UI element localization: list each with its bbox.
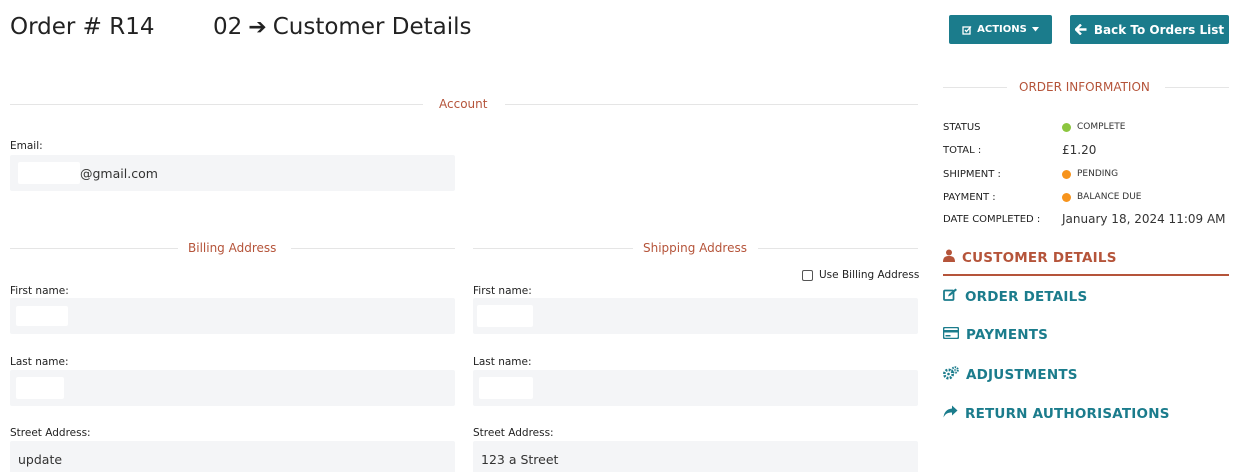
nav-adjustments-label: ADJUSTMENTS bbox=[966, 367, 1078, 383]
status-badge: COMPLETE bbox=[1062, 122, 1125, 132]
date-completed-value: January 18, 2024 11:09 AM bbox=[1062, 212, 1226, 226]
nav-return-authorisations-label: RETURN AUTHORISATIONS bbox=[965, 405, 1170, 422]
account-title: Account bbox=[439, 97, 488, 111]
shipment-dot-icon bbox=[1062, 169, 1071, 179]
billing-first-name-label: First name: bbox=[10, 285, 69, 297]
active-nav-underline bbox=[943, 274, 1229, 276]
billing-street-label: Street Address: bbox=[10, 427, 91, 439]
shipping-street-field[interactable]: 123 a Street bbox=[473, 441, 918, 472]
nav-order-details[interactable]: ORDER DETAILS bbox=[943, 288, 1087, 305]
billing-last-name-label: Last name: bbox=[10, 356, 69, 368]
shipping-first-name-field[interactable] bbox=[473, 298, 918, 334]
use-billing-address-option[interactable]: Use Billing Address bbox=[802, 269, 919, 281]
nav-order-details-label: ORDER DETAILS bbox=[965, 288, 1088, 305]
status-value: COMPLETE bbox=[1077, 122, 1126, 132]
status-dot-icon bbox=[1062, 122, 1071, 132]
arrow-right-icon: ➔ bbox=[248, 14, 267, 40]
divider bbox=[943, 87, 1007, 88]
divider bbox=[1165, 87, 1229, 88]
nav-return-authorisations[interactable]: RETURN AUTHORISATIONS bbox=[943, 405, 1170, 422]
step-title-text: Customer Details bbox=[272, 14, 472, 40]
back-to-orders-button[interactable]: Back To Orders List bbox=[1070, 15, 1229, 44]
redacted-block bbox=[479, 377, 533, 399]
caret-down-icon bbox=[1031, 27, 1039, 32]
divider bbox=[10, 104, 423, 105]
redacted-block bbox=[18, 162, 80, 184]
nav-adjustments[interactable]: ADJUSTMENTS bbox=[943, 366, 1078, 384]
nav-payments-label: PAYMENTS bbox=[966, 327, 1049, 343]
payment-value: BALANCE DUE bbox=[1077, 192, 1142, 202]
actions-label: ACTIONS bbox=[977, 24, 1027, 35]
shipping-first-name-label: First name: bbox=[473, 285, 532, 297]
nav-customer-details[interactable]: CUSTOMER DETAILS bbox=[943, 249, 1117, 266]
order-information-title: ORDER INFORMATION bbox=[1019, 80, 1150, 94]
gears-icon bbox=[943, 366, 959, 384]
billing-street-field[interactable]: update bbox=[10, 441, 455, 472]
billing-street-value: update bbox=[18, 451, 63, 467]
divider bbox=[291, 248, 455, 249]
arrow-left-icon bbox=[1074, 24, 1087, 35]
share-arrow-icon bbox=[943, 405, 958, 422]
shipping-street-value: 123 a Street bbox=[481, 451, 559, 467]
billing-first-name-field[interactable] bbox=[10, 298, 455, 334]
redacted-block bbox=[16, 377, 64, 399]
shipping-section-heading: Shipping Address bbox=[473, 241, 918, 255]
billing-last-name-field[interactable] bbox=[10, 370, 455, 406]
date-completed-label: DATE COMPLETED : bbox=[943, 214, 1041, 225]
shipment-badge: PENDING bbox=[1062, 169, 1118, 179]
edit-square-icon bbox=[962, 25, 972, 35]
email-field[interactable]: @gmail.com bbox=[10, 155, 455, 191]
payment-label: PAYMENT : bbox=[943, 192, 996, 203]
edit-icon bbox=[943, 288, 958, 305]
order-title: Order # R14 bbox=[10, 14, 155, 40]
shipment-label: SHIPMENT : bbox=[943, 169, 1001, 180]
user-icon bbox=[943, 249, 955, 266]
nav-payments[interactable]: PAYMENTS bbox=[942, 326, 1049, 343]
billing-title: Billing Address bbox=[188, 241, 277, 255]
payment-badge: BALANCE DUE bbox=[1062, 192, 1141, 202]
total-label: TOTAL : bbox=[943, 145, 982, 156]
account-section-heading: Account bbox=[10, 97, 918, 111]
status-label: STATUS bbox=[943, 122, 981, 133]
total-value: £1.20 bbox=[1062, 143, 1097, 157]
credit-card-icon bbox=[942, 326, 960, 343]
actions-button[interactable]: ACTIONS bbox=[949, 15, 1052, 44]
use-billing-address-label: Use Billing Address bbox=[819, 269, 920, 281]
order-information-heading: ORDER INFORMATION bbox=[943, 80, 1229, 94]
step-number: 02 bbox=[213, 14, 243, 40]
divider bbox=[10, 248, 178, 249]
shipping-street-label: Street Address: bbox=[473, 427, 554, 439]
shipment-value: PENDING bbox=[1077, 169, 1119, 179]
email-value: @gmail.com bbox=[80, 165, 158, 181]
shipping-last-name-field[interactable] bbox=[473, 370, 918, 406]
shipping-last-name-label: Last name: bbox=[473, 356, 532, 368]
billing-section-heading: Billing Address bbox=[10, 241, 455, 255]
back-label: Back To Orders List bbox=[1093, 22, 1225, 37]
redacted-block bbox=[477, 305, 533, 327]
nav-customer-details-label: CUSTOMER DETAILS bbox=[962, 249, 1117, 266]
shipping-title: Shipping Address bbox=[643, 241, 747, 255]
divider bbox=[505, 104, 918, 105]
use-billing-address-checkbox[interactable] bbox=[802, 269, 813, 281]
redacted-block bbox=[16, 306, 68, 326]
email-label: Email: bbox=[10, 140, 43, 152]
divider bbox=[473, 248, 633, 249]
payment-dot-icon bbox=[1062, 192, 1071, 202]
step-title: 02 ➔ Customer Details bbox=[213, 14, 472, 40]
divider bbox=[758, 248, 918, 249]
